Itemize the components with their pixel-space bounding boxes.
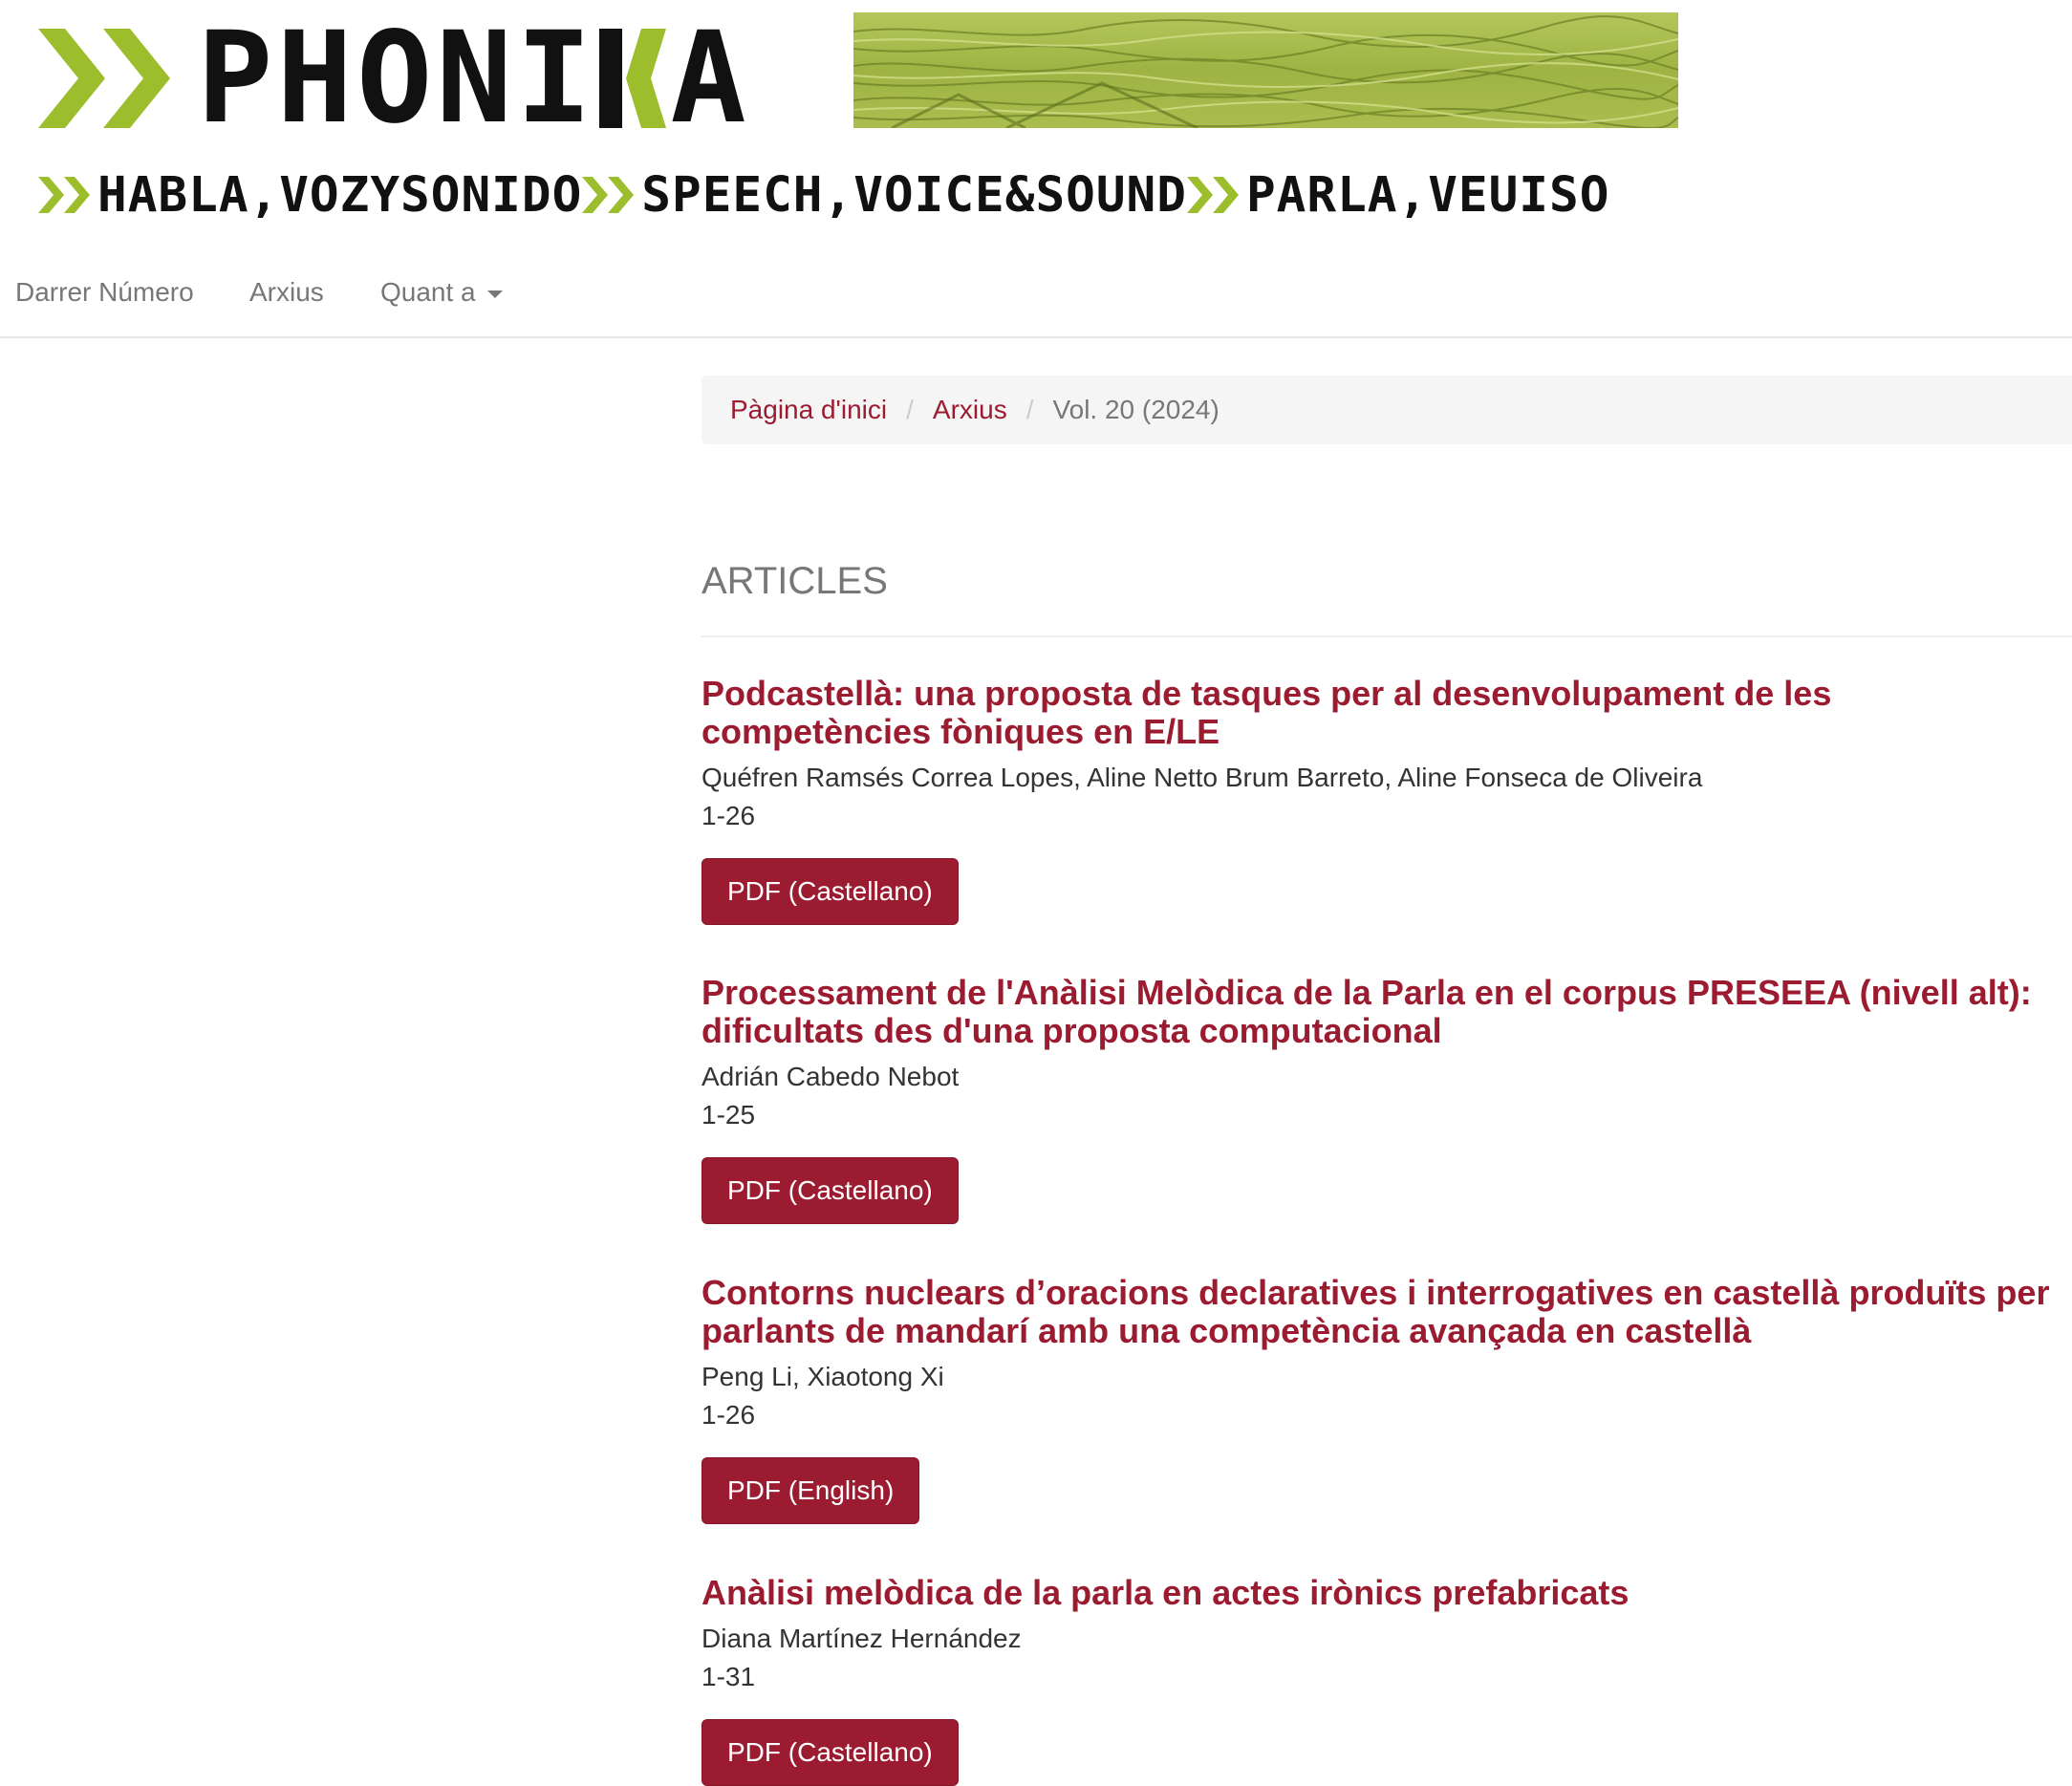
article-authors: Adrián Cabedo Nebot xyxy=(701,1062,960,1091)
double-chevron-icon xyxy=(38,29,170,128)
pdf-button[interactable]: PDF (Castellano) xyxy=(701,1157,959,1224)
section-divider xyxy=(701,635,2072,637)
logo-k-chevron-icon xyxy=(599,29,667,128)
article-title-link[interactable]: Podcastellà: una proposta de tasques per… xyxy=(701,675,2059,751)
article-title-link[interactable]: Anàlisi melòdica de la parla en actes ir… xyxy=(701,1574,2059,1612)
article-authors: Diana Martínez Hernández xyxy=(701,1624,1022,1653)
site-logo[interactable]: PHONI A xyxy=(38,15,750,141)
tagline: HABLA,VOZYSONIDO SPEECH,VOICE&SOUND PARL… xyxy=(38,166,1609,224)
pdf-button[interactable]: PDF (English) xyxy=(701,1457,920,1524)
tagline-chevron-icon xyxy=(1186,177,1239,213)
banner-waveform-image xyxy=(853,12,1678,128)
site-header: PHONI A HABLA,VOZYSONIDO SPEECH,VOICE&SO… xyxy=(0,0,2072,229)
breadcrumb-separator: / xyxy=(906,395,914,424)
logo-text-right: A xyxy=(670,5,750,152)
article-title-link[interactable]: Contorns nuclears d’oracions declarative… xyxy=(701,1274,2059,1350)
pdf-button[interactable]: PDF (Castellano) xyxy=(701,1719,959,1786)
article-pages: 1-26 xyxy=(701,1400,756,1430)
breadcrumb-current: Vol. 20 (2024) xyxy=(1052,395,1219,424)
article-authors: Peng Li, Xiaotong Xi xyxy=(701,1362,944,1391)
breadcrumb-separator: / xyxy=(1025,395,1034,424)
article-item: Processament de l'Anàlisi Melòdica de la… xyxy=(701,974,2059,1224)
section-heading: ARTICLES xyxy=(701,560,888,602)
article-pages: 1-26 xyxy=(701,801,756,830)
article-title-link[interactable]: Processament de l'Anàlisi Melòdica de la… xyxy=(701,974,2059,1050)
breadcrumb-home[interactable]: Pàgina d'inici xyxy=(730,395,887,425)
logo-wordmark: PHONI A xyxy=(197,15,750,141)
nav-current-issue[interactable]: Darrer Número xyxy=(15,273,194,312)
article-authors: Quéfren Ramsés Correa Lopes, Aline Netto… xyxy=(701,763,1703,792)
nav-about-dropdown[interactable]: Quant a xyxy=(380,273,503,312)
article-item: Podcastellà: una proposta de tasques per… xyxy=(701,675,2059,925)
tagline-catalan: PARLA,VEUISO xyxy=(1245,166,1610,224)
main-nav: Darrer Número Arxius Quant a xyxy=(0,256,2072,338)
tagline-english: SPEECH,VOICE&SOUND xyxy=(641,166,1187,224)
article-item: Anàlisi melòdica de la parla en actes ir… xyxy=(701,1574,2059,1786)
article-pages: 1-31 xyxy=(701,1662,756,1691)
pdf-button[interactable]: PDF (Castellano) xyxy=(701,858,959,925)
caret-down-icon xyxy=(486,290,503,298)
nav-archives[interactable]: Arxius xyxy=(249,273,324,312)
article-pages: 1-25 xyxy=(701,1100,756,1130)
tagline-chevron-icon xyxy=(582,177,635,213)
breadcrumb-archives[interactable]: Arxius xyxy=(933,395,1007,425)
waveform-graphic xyxy=(853,12,1678,128)
breadcrumb: Pàgina d'inici / Arxius / Vol. 20 (2024) xyxy=(701,376,2072,444)
tagline-chevron-icon xyxy=(38,177,90,213)
article-item: Contorns nuclears d’oracions declarative… xyxy=(701,1274,2059,1524)
logo-text-left: PHONI xyxy=(197,5,596,152)
nav-about-label: Quant a xyxy=(380,277,476,307)
tagline-spanish: HABLA,VOZYSONIDO xyxy=(97,166,583,224)
